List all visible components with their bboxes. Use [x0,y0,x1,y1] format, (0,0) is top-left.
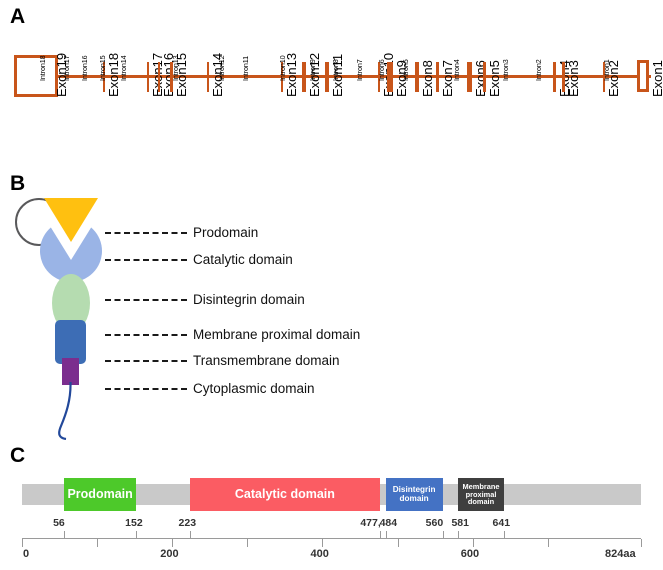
intron-label: Intron7 [355,59,364,81]
panel-b-letter: B [10,172,26,195]
intron-label: Intron1 [602,59,611,81]
legend-dash-line [105,299,187,301]
panel-b-protein-schematic: B Prodomain Catalytic domain Disintegrin d… [0,170,663,440]
legend-label: Disintegrin domain [193,292,305,307]
intron-label: Intron14 [119,55,128,81]
boundary-tick [458,531,460,538]
exon-tick [207,62,209,92]
boundary-tick [442,531,444,538]
domain-box: Membrane proximal domain [458,478,504,511]
exon-tick [483,62,486,92]
axis-tick [247,539,249,547]
intron-label: Intron3 [501,59,510,81]
boundary-label: 484 [379,517,398,529]
intron-label: Intron18 [38,55,47,81]
legend-label: Membrane proximal domain [193,327,361,342]
exon-tick [387,62,393,92]
intron-label: Intron15 [98,55,107,81]
intron-label: Intron11 [241,55,250,81]
legend-label: Catalytic domain [193,252,293,267]
axis-label: 200 [160,548,179,560]
axis-tick [322,539,324,547]
axis-tick [172,539,174,547]
exon-label: Exon5 [487,60,502,97]
domain-box: Prodomain [64,478,137,511]
axis-tick [472,539,474,547]
boundary-label: 641 [492,517,511,529]
exon-tick [562,62,565,92]
legend-label: Prodomain [193,225,259,240]
boundary-tick [64,531,66,538]
intron-label: Intron17 [62,55,71,81]
axis-label: 600 [460,548,480,560]
panel-a-letter: A [10,5,26,28]
boundary-tick [189,531,191,538]
legend-label: Cytoplasmic domain [193,381,315,396]
intron-label: Intron6 [377,59,386,81]
legend-label: Transmembrane domain [193,353,340,368]
axis-label: 400 [310,548,329,560]
exon-tick [147,62,149,92]
exon-tick [325,62,329,92]
panel-c-letter: C [10,444,26,467]
axis-tick [547,539,549,547]
axis-label: 0 [23,548,30,560]
exon-tick [415,62,419,92]
exon-tick [158,62,160,92]
boundary-label: 56 [53,517,65,529]
boundary-label: 223 [178,517,197,529]
exon-tick [302,62,306,92]
legend-dash-line [105,388,187,390]
exon-tick [553,62,556,92]
boundary-label: 152 [125,517,143,529]
intron-label: Intron10 [278,55,287,81]
legend-dash-line [105,360,187,362]
intron-label: Intron13 [171,55,180,81]
legend-dash-line [105,259,187,261]
axis-label: 824aa [605,548,636,560]
exon-box [637,60,649,92]
boundary-tick [380,531,382,538]
legend-dash-line [105,334,187,336]
exon-label: Exon1 [650,60,663,97]
intron-label: Intron5 [401,59,410,81]
boundary-tick [385,531,387,538]
axis-tick [22,539,23,547]
boundary-label: 560 [425,517,444,529]
intron-label: Intron8 [331,59,340,81]
boundary-label: 581 [451,517,469,529]
domain-box: Catalytic domain [189,478,381,511]
prodomain-shape [44,198,98,242]
exon-label: Exon3 [566,60,581,97]
intron-label: Intron12 [217,55,226,81]
axis-tick [641,539,642,547]
intron-label: Intron2 [534,59,543,81]
exon-tick [436,62,439,92]
boundary-label: 477, [360,517,381,529]
intron-label: Intron4 [452,59,461,81]
transmembrane-domain-shape [62,358,79,385]
exon-label: Exon8 [420,60,435,97]
boundary-tick [503,531,505,538]
exon-tick [467,62,472,92]
intron-label: Intron9 [308,59,317,81]
cytoplasmic-domain-shape [58,382,72,440]
boundary-tick [136,531,138,538]
axis-tick [97,539,99,547]
exon-box [14,55,58,97]
intron-label: Intron16 [80,55,89,81]
panel-a-gene-structure: A Exon19Exon18Exon17Exon16Exon15Exon14Ex… [0,0,663,170]
legend-dash-line [105,232,187,234]
axis-tick [397,539,399,547]
domain-box: Disintegrin domain [385,478,443,511]
